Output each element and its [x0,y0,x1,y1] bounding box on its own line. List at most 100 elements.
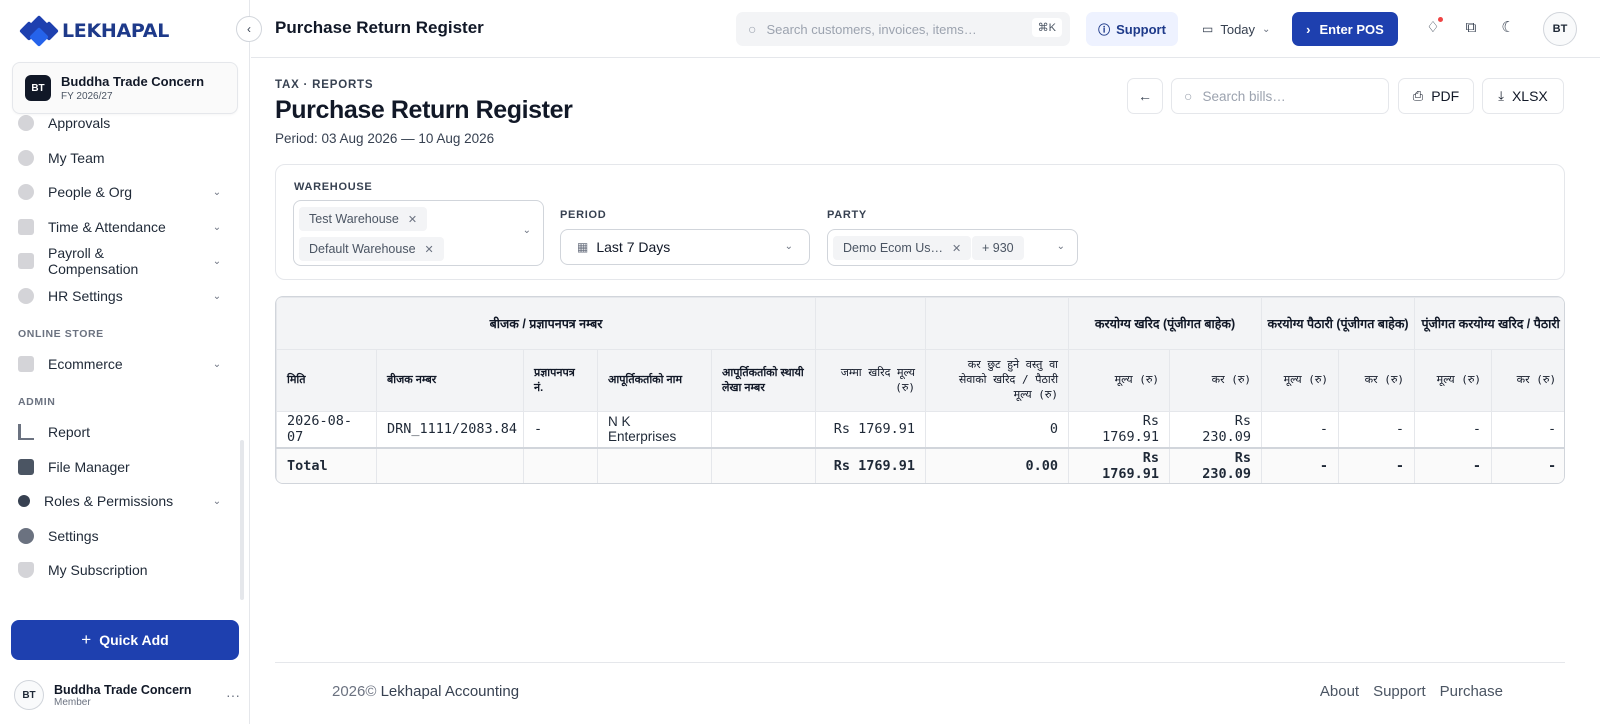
sidebar-item-hr-settings[interactable]: HR Settings ⌄ [18,281,223,311]
period-select[interactable]: ▦ Last 7 Days ⌄ [560,229,810,265]
sidebar-item-my-subscription[interactable]: My Subscription [18,555,223,585]
cell-taxable-value: Rs 1769.91 [1068,411,1171,448]
sidebar-item-label: Ecommerce [48,356,123,372]
logo-mark-icon [19,15,59,47]
store-icon [18,356,34,372]
table-row[interactable]: 2026-08-07 DRN_1111/2083.84 - N K Enterp… [276,411,1564,448]
col-import-value[interactable]: मूल्य (रु) [1261,349,1340,412]
sidebar-item-ecommerce[interactable]: Ecommerce ⌄ [18,349,223,379]
bill-search[interactable]: ○ [1171,78,1389,114]
date-selector[interactable]: ▭ Today ⌄ [1202,12,1284,46]
party-chip[interactable]: Demo Ecom Us… ✕ [833,236,972,260]
sidebar-item-payroll[interactable]: Payroll & Compensation ⌄ [18,245,223,277]
support-button[interactable]: ⓘ Support [1086,12,1178,46]
topbar: Purchase Return Register ○ ⌘K ⓘ Support … [251,0,1600,58]
sidebar-item-label: People & Org [48,184,133,200]
remove-chip-icon[interactable]: ✕ [952,242,961,255]
bill-search-input[interactable] [1202,88,1373,104]
col-taxable-tax[interactable]: कर (रु) [1169,349,1263,412]
enter-pos-button[interactable]: › Enter POS [1292,12,1398,46]
group-header-capital-purchase: पूंजीगत करयोग्य खरिद / पैठारी [1414,297,1564,350]
collapse-sidebar-button[interactable]: ‹ [236,16,262,42]
party-select[interactable]: Demo Ecom Us… ✕ + 930 ⌄ [827,229,1078,266]
sidebar-scrollbar[interactable] [240,440,244,600]
moon-icon[interactable]: ☾ [1499,18,1517,36]
total-row: Total Rs 1769.91 0.00 Rs 1769.91 Rs 230.… [276,446,1564,483]
export-xlsx-button[interactable]: ⤓ XLSX [1482,78,1564,114]
period-label: PERIOD [560,209,607,221]
bell-icon[interactable]: ♢ [1424,17,1443,36]
col-invoice-no[interactable]: बीजक नम्बर [376,349,524,412]
col-capital-value[interactable]: मूल्य (रु) [1414,349,1493,412]
more-options-icon[interactable]: ··· [226,687,240,703]
warehouse-select[interactable]: Test Warehouse ✕ Default Warehouse ✕ ⌄ [293,200,544,266]
breadcrumb: TAX · REPORTS [275,79,374,91]
total-import-tax: - [1338,446,1416,483]
page-footer: 2026© Lekhapal Accounting About Support … [275,662,1565,724]
col-supplier-name[interactable]: आपूर्तिकर्ताको नाम [597,349,712,412]
chip-label: + 930 [982,241,1014,255]
sidebar-item-my-team[interactable]: My Team [18,143,223,173]
group-header-taxable-import: करयोग्य पैठारी (पूंजीगत बाहेक) [1261,297,1416,350]
cell-import-value: - [1261,411,1340,448]
cell-taxable-tax: Rs 230.09 [1169,411,1263,448]
people-icon [18,184,34,200]
approvals-icon [18,115,34,131]
warehouse-chip[interactable]: Default Warehouse ✕ [299,237,444,261]
footer-link-purchase[interactable]: Purchase [1440,683,1503,700]
brand-logo[interactable]: LEKHAPAL [19,15,169,47]
cell-capital-tax: - [1491,411,1564,448]
sidebar-item-file-manager[interactable]: File Manager [18,452,223,482]
user-avatar-top[interactable]: BT [1543,12,1577,46]
footer-link-about[interactable]: About [1320,683,1359,700]
warehouse-chip[interactable]: Test Warehouse ✕ [299,207,428,231]
group-header-blank [925,297,1070,350]
col-capital-tax[interactable]: कर (रु) [1491,349,1564,412]
cell-supplier: N K Enterprises [597,411,712,448]
shortcut-hint: ⌘K [1031,18,1062,37]
user-menu[interactable]: BT Buddha Trade Concern Member ··· [14,678,240,712]
col-taxable-value[interactable]: मूल्य (रु) [1068,349,1171,412]
col-supplier-pan[interactable]: आपूर्तिकर्ताको स्थायी लेखा नम्बर [710,349,817,412]
team-icon [18,150,34,166]
total-exempt: 0.00 [925,446,1070,483]
total-import-value: - [1261,446,1340,483]
chevron-down-icon: ⌄ [1056,241,1065,252]
sidebar-item-time-attendance[interactable]: Time & Attendance ⌄ [18,212,223,242]
external-link-icon[interactable]: ⧉ [1462,18,1480,36]
sidebar-item-report[interactable]: Report [18,417,223,447]
col-pragyapan-no[interactable]: प्रज्ञापनपत्र नं. [523,349,598,412]
purchase-return-table: बीजक / प्रज्ञापनपत्र नम्बर करयोग्य खरिद … [275,296,1565,484]
global-search[interactable]: ○ ⌘K [736,12,1070,46]
col-exempt-purchase[interactable]: कर छुट हुने वस्तु वा सेवाको खरिद / पैठार… [925,349,1070,412]
remove-chip-icon[interactable]: ✕ [408,213,417,226]
remove-chip-icon[interactable]: ✕ [425,243,434,256]
chevron-left-icon: ‹ [247,22,251,36]
back-button[interactable]: ← [1127,78,1163,114]
col-date[interactable]: मिति [276,349,377,412]
total-purchase: Rs 1769.91 [815,446,927,483]
footer-link-support[interactable]: Support [1373,683,1426,700]
warehouse-label: WAREHOUSE [294,181,373,193]
chevron-down-icon: ⌄ [784,241,793,252]
period-value: Last 7 Days [596,239,671,255]
chip-label: Default Warehouse [309,242,416,256]
sidebar-item-settings[interactable]: Settings [18,521,223,551]
pdf-label: PDF [1431,88,1460,104]
chevron-right-icon: › [1306,21,1311,37]
shield-icon [18,562,34,578]
chevron-down-icon: ⌄ [522,225,531,236]
help-icon: ⓘ [1098,22,1111,37]
party-label: PARTY [827,209,867,221]
plus-icon: + [81,630,92,649]
sidebar-item-people-org[interactable]: People & Org ⌄ [18,177,223,207]
sidebar-item-roles-permissions[interactable]: Roles & Permissions ⌄ [18,486,223,516]
col-import-tax[interactable]: कर (रु) [1338,349,1416,412]
party-more-chip[interactable]: + 930 [972,236,1024,260]
cell-date: 2026-08-07 [276,411,377,448]
export-pdf-button[interactable]: ⎙ PDF [1398,78,1474,114]
global-search-input[interactable] [766,21,1017,37]
col-total-purchase[interactable]: जम्मा खरिद मूल्य (रु) [815,349,927,412]
org-switcher[interactable]: BT Buddha Trade Concern FY 2026/27 [12,62,238,114]
quick-add-button[interactable]: + Quick Add [11,620,239,660]
